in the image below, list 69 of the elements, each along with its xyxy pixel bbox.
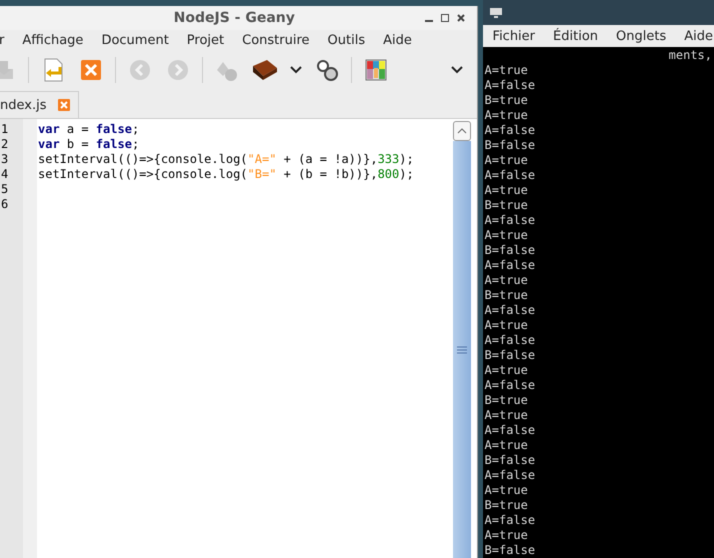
line-number: 4 [1, 167, 10, 182]
terminal-line: B=false [484, 543, 536, 558]
close-icon[interactable] [456, 14, 465, 22]
terminal-line: A=true [484, 273, 529, 288]
terminal-line: A=false [484, 513, 536, 528]
overflow-caret-icon[interactable] [450, 66, 463, 74]
terminal-line: A=false [484, 168, 536, 183]
code-line: setInterval(()=>{console.log("B=" + (b = !b))},800); [38, 167, 415, 182]
terminal-line: B=false [484, 243, 536, 258]
file-tab[interactable]: ndex.js [0, 91, 80, 118]
menu-item[interactable]: r [0, 32, 6, 48]
terminal-line: A=false [484, 303, 536, 318]
code-line: var a = false; [38, 122, 140, 137]
line-number: 1 [1, 122, 10, 137]
terminal-line: B=true [484, 93, 529, 108]
menu-item[interactable]: Outils [326, 32, 366, 48]
window-title: NodeJS - Geany [172, 10, 296, 26]
code-line: setInterval(()=>{console.log("A=" + (a = !a))},333); [38, 152, 415, 167]
terminal-line: A=true [484, 528, 529, 543]
menu-item[interactable]: Fichier [492, 28, 536, 44]
scrollbar-thumb[interactable] [452, 141, 471, 558]
terminal-line: B=false [484, 453, 536, 468]
terminal-line: A=true [484, 183, 529, 198]
maximize-icon[interactable] [440, 14, 449, 22]
terminal-line: B=true [484, 288, 529, 303]
scroll-up-button[interactable] [452, 121, 471, 141]
terminal-line: A=false [484, 213, 536, 228]
terminal-line: A=true [484, 438, 529, 453]
brick-icon [251, 58, 279, 82]
terminal-line: A=false [484, 78, 536, 93]
terminal-line: A=true [484, 363, 529, 378]
terminal-line: B=true [484, 393, 529, 408]
terminal-line: A=false [484, 333, 536, 348]
grip-icon [456, 346, 467, 354]
terminal-line: A=true [484, 108, 529, 123]
terminal-line: A=true [484, 318, 529, 333]
terminal-line: A=true [484, 153, 529, 168]
terminal-line: A=false [484, 258, 536, 273]
line-number: 5 [1, 182, 10, 197]
menu-item[interactable]: Aide [382, 32, 413, 48]
menu-item[interactable]: Affichage [21, 32, 84, 48]
terminal-line: B=false [484, 348, 536, 363]
menu-item[interactable]: Projet [186, 32, 226, 48]
terminal-line: A=false [484, 123, 536, 138]
color-palette-icon [365, 59, 387, 81]
terminal-line: B=true [484, 498, 529, 513]
terminal-line: A=false [484, 378, 536, 393]
menu-item[interactable]: Construire [241, 32, 311, 48]
line-number: 6 [1, 197, 10, 212]
terminal-line: A=true [484, 483, 529, 498]
menu-item[interactable]: Onglets [615, 28, 668, 44]
caret-icon [290, 66, 302, 74]
terminal-line: A=true [484, 408, 529, 423]
close-icon [80, 59, 102, 81]
terminal-line: A=false [484, 423, 536, 438]
terminal-line: B=false [484, 138, 536, 153]
terminal-line: A=true [484, 228, 529, 243]
terminal-line: ments, [668, 48, 713, 63]
line-number: 2 [1, 137, 10, 152]
file-arrow-icon [42, 58, 64, 82]
line-number: 3 [1, 152, 10, 167]
menu-item[interactable]: Document [100, 32, 170, 48]
code-line: var b = false; [38, 137, 140, 152]
terminal-line: B=true [484, 198, 529, 213]
menu-item[interactable]: Édition [552, 28, 600, 44]
monitor-icon [488, 6, 503, 19]
terminal-line: A=true [484, 63, 529, 78]
menu-item[interactable]: Aide [683, 28, 714, 44]
terminal-line: A=false [484, 468, 536, 483]
